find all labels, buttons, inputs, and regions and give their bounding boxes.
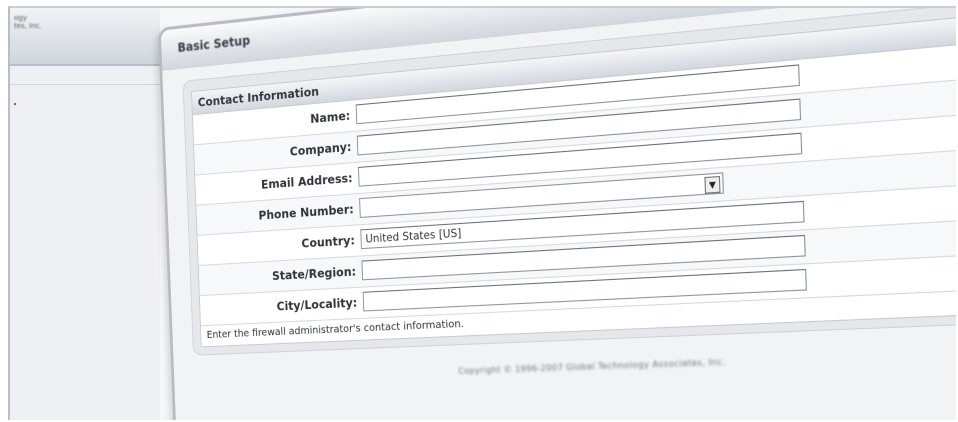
company-text-line1: ogy	[14, 14, 27, 22]
company-logo-text: ogy tes, Inc.	[14, 14, 42, 30]
sidebar-marker	[14, 103, 16, 105]
content-panel: Contact Information Name: Company: Email…	[182, 8, 956, 356]
window-title: Basic Setup	[177, 33, 251, 56]
basic-setup-window: Basic Setup × Contact Information Name: …	[158, 8, 956, 420]
main-stage: Basic Setup × Contact Information Name: …	[148, 8, 956, 420]
company-text-line2: tes, Inc.	[14, 22, 42, 30]
contact-form: Contact Information Name: Company: Email…	[191, 13, 956, 348]
dropdown-arrow-icon[interactable]: ▼	[704, 175, 721, 194]
sidebar-header: ogy tes, Inc.	[10, 8, 160, 66]
sidebar-divider	[10, 84, 160, 85]
copyright-text: Copyright © 1996-2007 Global Technology …	[458, 356, 727, 376]
left-sidebar: ogy tes, Inc.	[10, 8, 160, 420]
app-frame: ogy tes, Inc. Basic Setup × Contact Info…	[8, 6, 956, 420]
